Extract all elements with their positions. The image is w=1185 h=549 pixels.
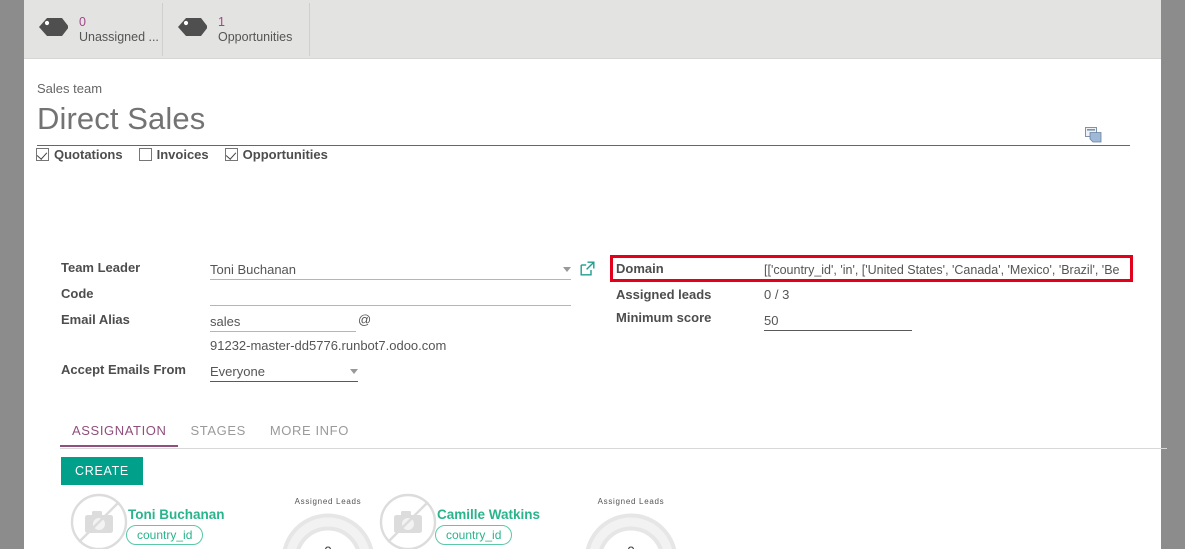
email-alias-at-symbol: @ [358, 312, 372, 327]
minimum-score-value: 50 [764, 312, 779, 328]
tab-more-info[interactable]: MORE INFO [258, 423, 361, 445]
member-tag[interactable]: country_id [435, 525, 513, 545]
tag-icon [177, 16, 208, 43]
tab-stages[interactable]: STAGES [178, 423, 257, 445]
no-image-camera-icon [379, 493, 437, 549]
stat-value: 1 [218, 15, 225, 30]
checkbox-opportunities[interactable]: Opportunities [224, 147, 328, 162]
duplicate-window-icon[interactable] [1085, 127, 1102, 148]
notebook-tabs: ASSIGNATION STAGES MORE INFO [60, 423, 1167, 449]
stat-button-bar: 0 Unassigned ... 1 Opportunities [24, 0, 1161, 59]
accept-emails-from-value: Everyone [210, 363, 265, 379]
external-link-icon[interactable] [580, 261, 595, 281]
app-window: 0 Unassigned ... 1 Opportunities Sales t… [0, 0, 1185, 549]
member-tags: country_id country_id [126, 525, 204, 549]
assigned-leads-value: 0 / 3 [764, 287, 790, 302]
team-leader-value: Toni Buchanan [210, 261, 297, 277]
checkbox-label: Invoices [156, 147, 209, 162]
feature-checkbox-row: Quotations Invoices Opportunities [36, 147, 344, 162]
checkbox-label: Opportunities [242, 147, 328, 162]
title-underline [37, 145, 1130, 146]
member-tags: country_id [435, 525, 513, 549]
member-tag[interactable]: country_id [126, 525, 204, 545]
gauge-value: 0 [278, 543, 378, 549]
minimum-score-input[interactable]: 50 [764, 310, 912, 331]
team-member-card[interactable]: Camille Watkins country_id Assigned Lead… [369, 489, 677, 549]
label-code: Code [61, 286, 94, 301]
label-domain: Domain [616, 261, 664, 276]
label-assigned-leads: Assigned leads [616, 287, 712, 302]
no-image-camera-icon [70, 493, 128, 549]
label-minimum-score: Minimum score [616, 310, 712, 325]
team-leader-input[interactable]: Toni Buchanan [210, 259, 571, 280]
email-alias-domain: 91232-master-dd5776.runbot7.odoo.com [210, 338, 447, 353]
stat-value: 0 [79, 15, 86, 30]
label-team-leader: Team Leader [61, 260, 141, 275]
code-input[interactable] [210, 285, 571, 306]
member-name[interactable]: Toni Buchanan [128, 507, 225, 522]
checkbox-invoices[interactable]: Invoices [138, 147, 209, 162]
checkbox-box[interactable] [224, 148, 238, 161]
stat-label: Opportunities [218, 29, 293, 44]
accept-emails-from-select[interactable]: Everyone [210, 361, 358, 382]
chevron-down-icon[interactable] [350, 368, 358, 374]
team-member-card[interactable]: Toni Buchanan country_id country_id Assi… [60, 489, 374, 549]
tag-icon [38, 16, 69, 43]
email-alias-input[interactable]: sales [210, 311, 356, 332]
tab-assignation[interactable]: ASSIGNATION [60, 423, 179, 447]
gauge-value: 0 [581, 543, 681, 549]
chevron-down-icon[interactable] [563, 266, 571, 272]
form-sheet: Sales team Direct Sales Quotations Invoi… [24, 59, 1167, 549]
checkbox-label: Quotations [54, 147, 123, 162]
domain-input[interactable]: [['country_id', 'in', ['United States', … [764, 260, 1129, 281]
stat-button-unassigned[interactable]: 0 Unassigned ... [24, 3, 163, 56]
assigned-leads-gauge: Assigned Leads 0 0 1 [581, 497, 681, 549]
stat-button-opportunities[interactable]: 1 Opportunities [163, 3, 310, 56]
stat-label: Unassigned ... [79, 29, 159, 44]
label-accept-emails-from: Accept Emails From [61, 362, 186, 377]
checkbox-box[interactable] [138, 148, 152, 161]
create-button[interactable]: CREATE [61, 457, 143, 485]
checkbox-box[interactable] [36, 148, 49, 161]
domain-value: [['country_id', 'in', ['United States', … [764, 263, 1120, 277]
gauge-title: Assigned Leads [597, 497, 665, 506]
assigned-leads-gauge: Assigned Leads 0 0 2 [278, 497, 378, 549]
page-title[interactable]: Direct Sales [37, 101, 205, 137]
email-alias-value: sales [210, 313, 241, 329]
checkbox-quotations[interactable]: Quotations [36, 147, 123, 162]
member-name[interactable]: Camille Watkins [437, 507, 540, 522]
label-email-alias: Email Alias [61, 312, 130, 327]
gauge-title: Assigned Leads [294, 497, 362, 506]
breadcrumb: Sales team [37, 81, 103, 96]
